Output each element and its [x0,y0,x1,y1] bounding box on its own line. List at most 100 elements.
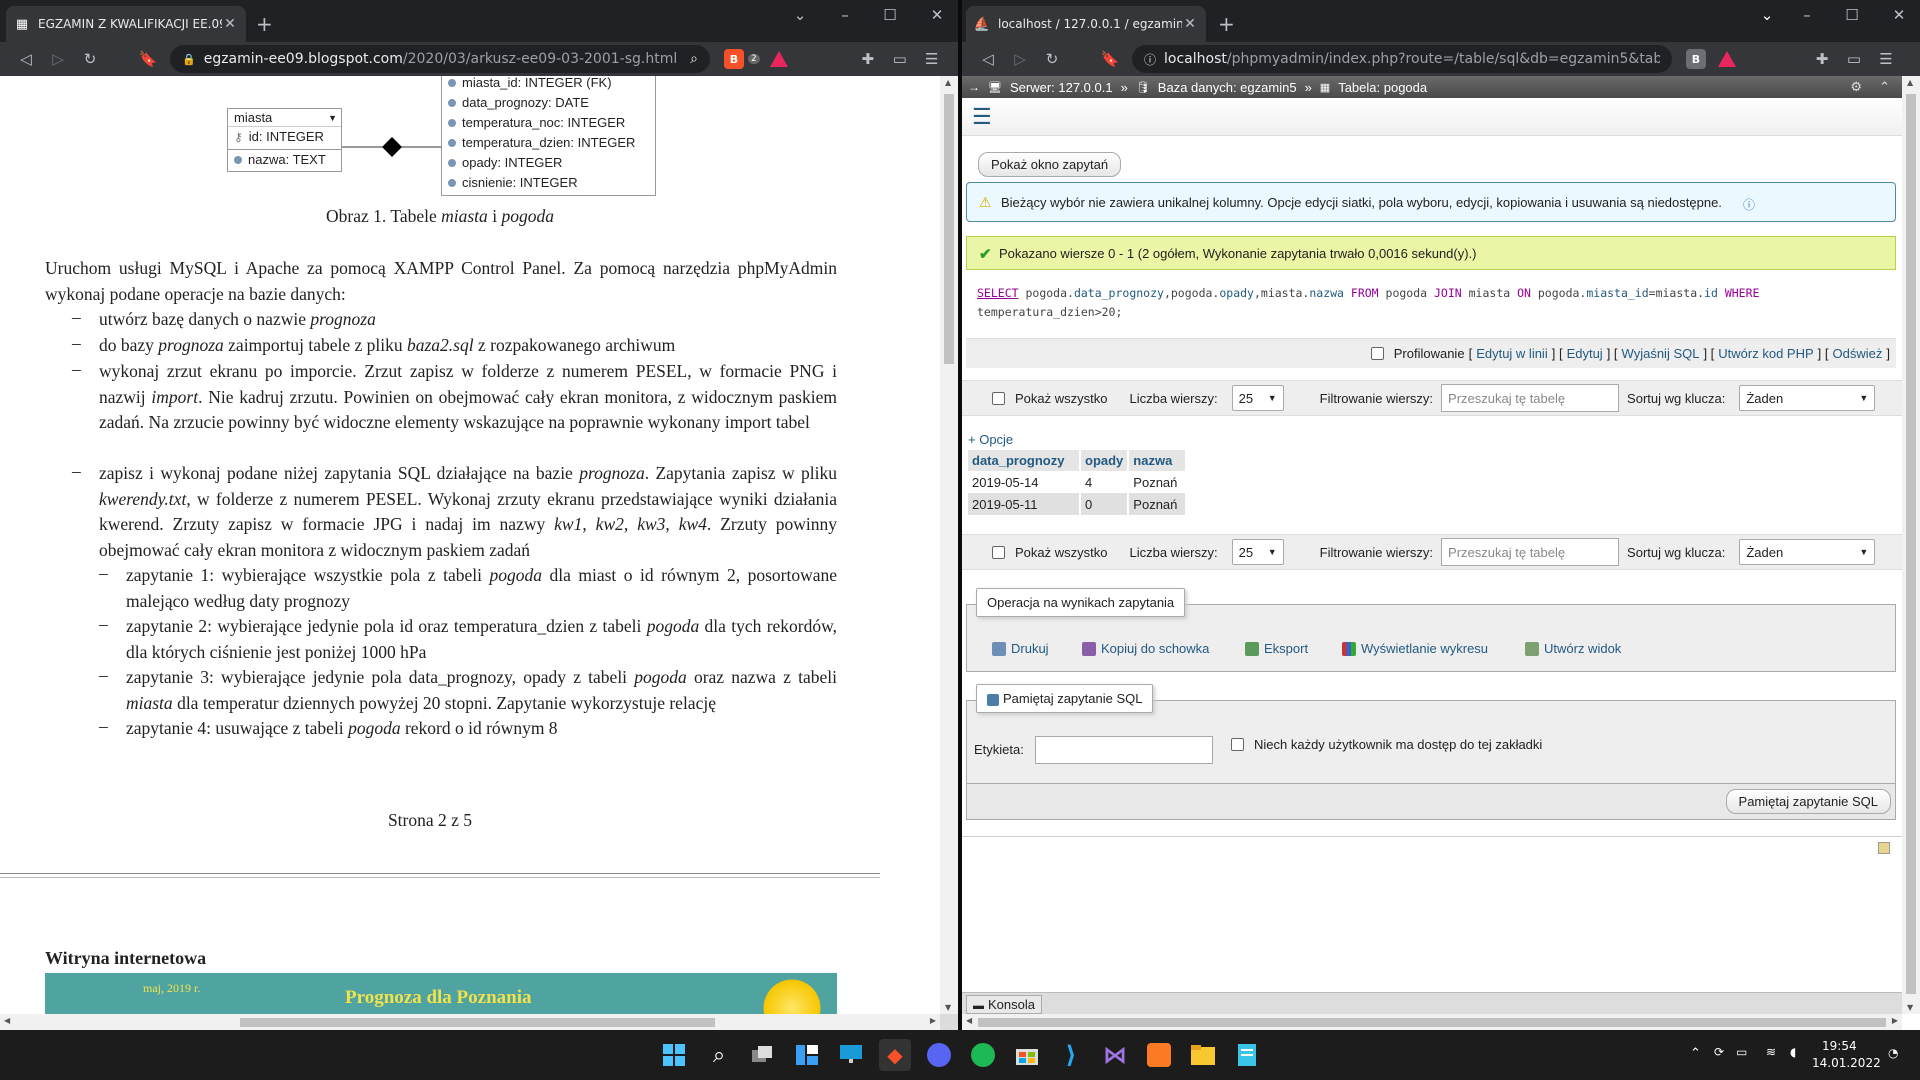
hamburger-menu-icon[interactable]: ☰ [972,104,992,130]
close-tab-icon[interactable]: ✕ [222,16,238,32]
create-view-button[interactable]: Utwórz widok [1525,641,1621,656]
tab-search-icon[interactable]: ⌄ [785,6,815,24]
scroll-right-icon[interactable]: ▶ [1892,1016,1898,1025]
minimize-button[interactable]: – [1792,6,1822,24]
share-bookmark-checkbox[interactable] [1231,738,1244,751]
reload-icon[interactable]: ↻ [1036,50,1068,68]
bookmark-icon[interactable]: 🔖 [1094,50,1126,68]
forward-icon[interactable]: ▷ [42,50,74,68]
close-window-button[interactable]: ✕ [1884,6,1914,24]
bookmark-icon[interactable]: 🔖 [132,50,164,68]
new-tab-button[interactable]: + [256,12,273,36]
bookmark-label-input[interactable] [1035,736,1213,764]
help-icon[interactable]: ⓘ [1743,196,1755,213]
filter-input[interactable]: Przeszukaj tę tabelę [1441,538,1620,566]
options-link[interactable]: + Opcje [968,432,1013,447]
wallet-icon[interactable]: ▭ [1838,50,1870,68]
notepad-icon[interactable] [1231,1039,1263,1071]
scroll-down-icon[interactable]: ▼ [945,1003,951,1012]
profiling-checkbox[interactable] [1370,347,1384,360]
filter-input[interactable]: Przeszukaj tę tabelę [1441,384,1620,412]
close-tab-icon[interactable]: ✕ [1182,16,1198,32]
scroll-right-icon[interactable]: ▶ [930,1016,936,1025]
zoom-icon[interactable]: ⌕ [690,51,698,67]
spotify-icon[interactable] [967,1039,999,1071]
maximize-button[interactable]: ☐ [875,6,905,24]
brave-rewards-icon[interactable] [769,51,788,67]
pma-horizontal-scrollbar[interactable]: ◀ ▶ [962,1014,1902,1030]
print-button[interactable]: Drukuj [992,641,1049,656]
forward-icon[interactable]: ▷ [1004,50,1036,68]
sort-select[interactable]: Żaden ▼ [1739,539,1876,565]
scroll-up-icon[interactable]: ▲ [945,78,951,87]
maximize-button[interactable]: ☐ [1837,6,1867,24]
xampp-icon[interactable] [1143,1039,1175,1071]
console-button[interactable]: ▬ Konsola [966,995,1042,1014]
sync-icon[interactable]: ⟳ [1714,1045,1724,1059]
address-bar[interactable]: 🔒 egzamin-ee09.blogspot.com/2020/03/arku… [170,45,710,73]
tab-phpmyadmin[interactable]: ⛵ localhost / 127.0.0.1 / egzamin5 / ...… [966,6,1206,42]
pdf-vertical-scrollbar[interactable]: ▲ ▼ [940,76,958,1014]
vscode-icon[interactable]: ⟩ [1055,1039,1087,1071]
brave-rewards-icon[interactable] [1718,51,1736,67]
notification-icon[interactable]: ◔ [1888,1046,1898,1060]
scroll-left-icon[interactable]: ◀ [966,1016,972,1025]
breadcrumb-database[interactable]: Baza danych: egzamin5 [1158,80,1297,95]
remote-desktop-icon[interactable] [835,1039,867,1071]
pdf-horizontal-scrollbar[interactable]: ◀ ▶ [0,1014,940,1030]
scroll-thumb[interactable] [944,94,954,364]
new-tab-button[interactable]: + [1218,12,1235,36]
address-bar[interactable]: ⓘ localhost/phpmyadmin/index.php?route=/… [1132,45,1672,73]
back-icon[interactable]: ◁ [972,50,1004,68]
pma-vertical-scrollbar[interactable]: ▲ ▼ [1902,76,1920,1014]
clock-date[interactable]: 14.01.2022 [1812,1056,1881,1070]
sql-select[interactable]: SELECT [977,286,1019,300]
rows-select[interactable]: 25 ▼ [1231,539,1284,565]
breadcrumb-server[interactable]: Serwer: 127.0.0.1 [1010,80,1113,95]
start-icon[interactable] [658,1039,690,1071]
search-icon[interactable]: ⌕ [703,1039,735,1071]
brave-shields-button[interactable]: B2 [724,49,760,69]
extensions-icon[interactable]: ✚ [852,50,884,68]
clock-time[interactable]: 19:54 [1822,1039,1857,1053]
column-header[interactable]: opady [1080,450,1130,471]
discord-icon[interactable] [923,1039,955,1071]
column-header[interactable]: nazwa [1128,450,1188,471]
minimize-button[interactable]: – [830,6,860,24]
scroll-thumb[interactable] [1906,94,1916,994]
scroll-down-icon[interactable]: ▼ [1907,1003,1913,1012]
volume-icon[interactable]: ◖ [1790,1045,1796,1059]
widgets-icon[interactable] [791,1039,823,1071]
visual-studio-icon[interactable]: ⋈ [1099,1039,1131,1071]
tab-search-icon[interactable]: ⌄ [1752,6,1782,24]
menu-icon[interactable]: ☰ [1870,50,1902,68]
display-chart-button[interactable]: Wyświetlanie wykresu [1342,641,1488,656]
scroll-left-icon[interactable]: ◀ [4,1016,10,1025]
settings-gear-icon[interactable]: ⚙ [1850,79,1862,95]
back-icon[interactable]: ◁ [10,50,42,68]
copy-clipboard-button[interactable]: Kopiuj do schowka [1082,641,1209,656]
wallet-icon[interactable]: ▭ [884,50,916,68]
edit-link[interactable]: Edytuj [1567,346,1603,361]
edit-inline-link[interactable]: Edytuj w linii [1476,346,1548,361]
show-query-window-button[interactable]: Pokaż okno zapytań [978,152,1122,177]
extensions-icon[interactable]: ✚ [1806,50,1838,68]
column-header[interactable]: data_prognozy [968,450,1081,471]
brave-shield-icon[interactable]: B [1686,49,1706,69]
rows-select[interactable]: 25 ▼ [1231,385,1284,411]
export-button[interactable]: Eksport [1245,641,1308,656]
tray-overflow-icon[interactable]: ⌃ [1690,1046,1701,1061]
explain-sql-link[interactable]: Wyjaśnij SQL [1622,346,1700,361]
scroll-up-icon[interactable]: ▲ [1907,78,1913,87]
reload-icon[interactable]: ↻ [74,50,106,68]
show-all-checkbox[interactable] [992,391,1005,405]
note-icon[interactable] [1878,842,1890,854]
tab-pdf[interactable]: ▦ EGZAMIN Z KWALIFIKACJI EE.09... ✕ [6,6,246,42]
store-icon[interactable] [1011,1039,1043,1071]
show-all-checkbox[interactable] [992,545,1005,559]
breadcrumb-table[interactable]: Tabela: pogoda [1338,80,1427,95]
wifi-icon[interactable]: ≋ [1766,1045,1776,1059]
h-scroll-thumb[interactable] [978,1018,1886,1027]
menu-icon[interactable]: ☰ [916,50,948,68]
bookmark-submit-button[interactable]: Pamiętaj zapytanie SQL [1725,789,1891,814]
